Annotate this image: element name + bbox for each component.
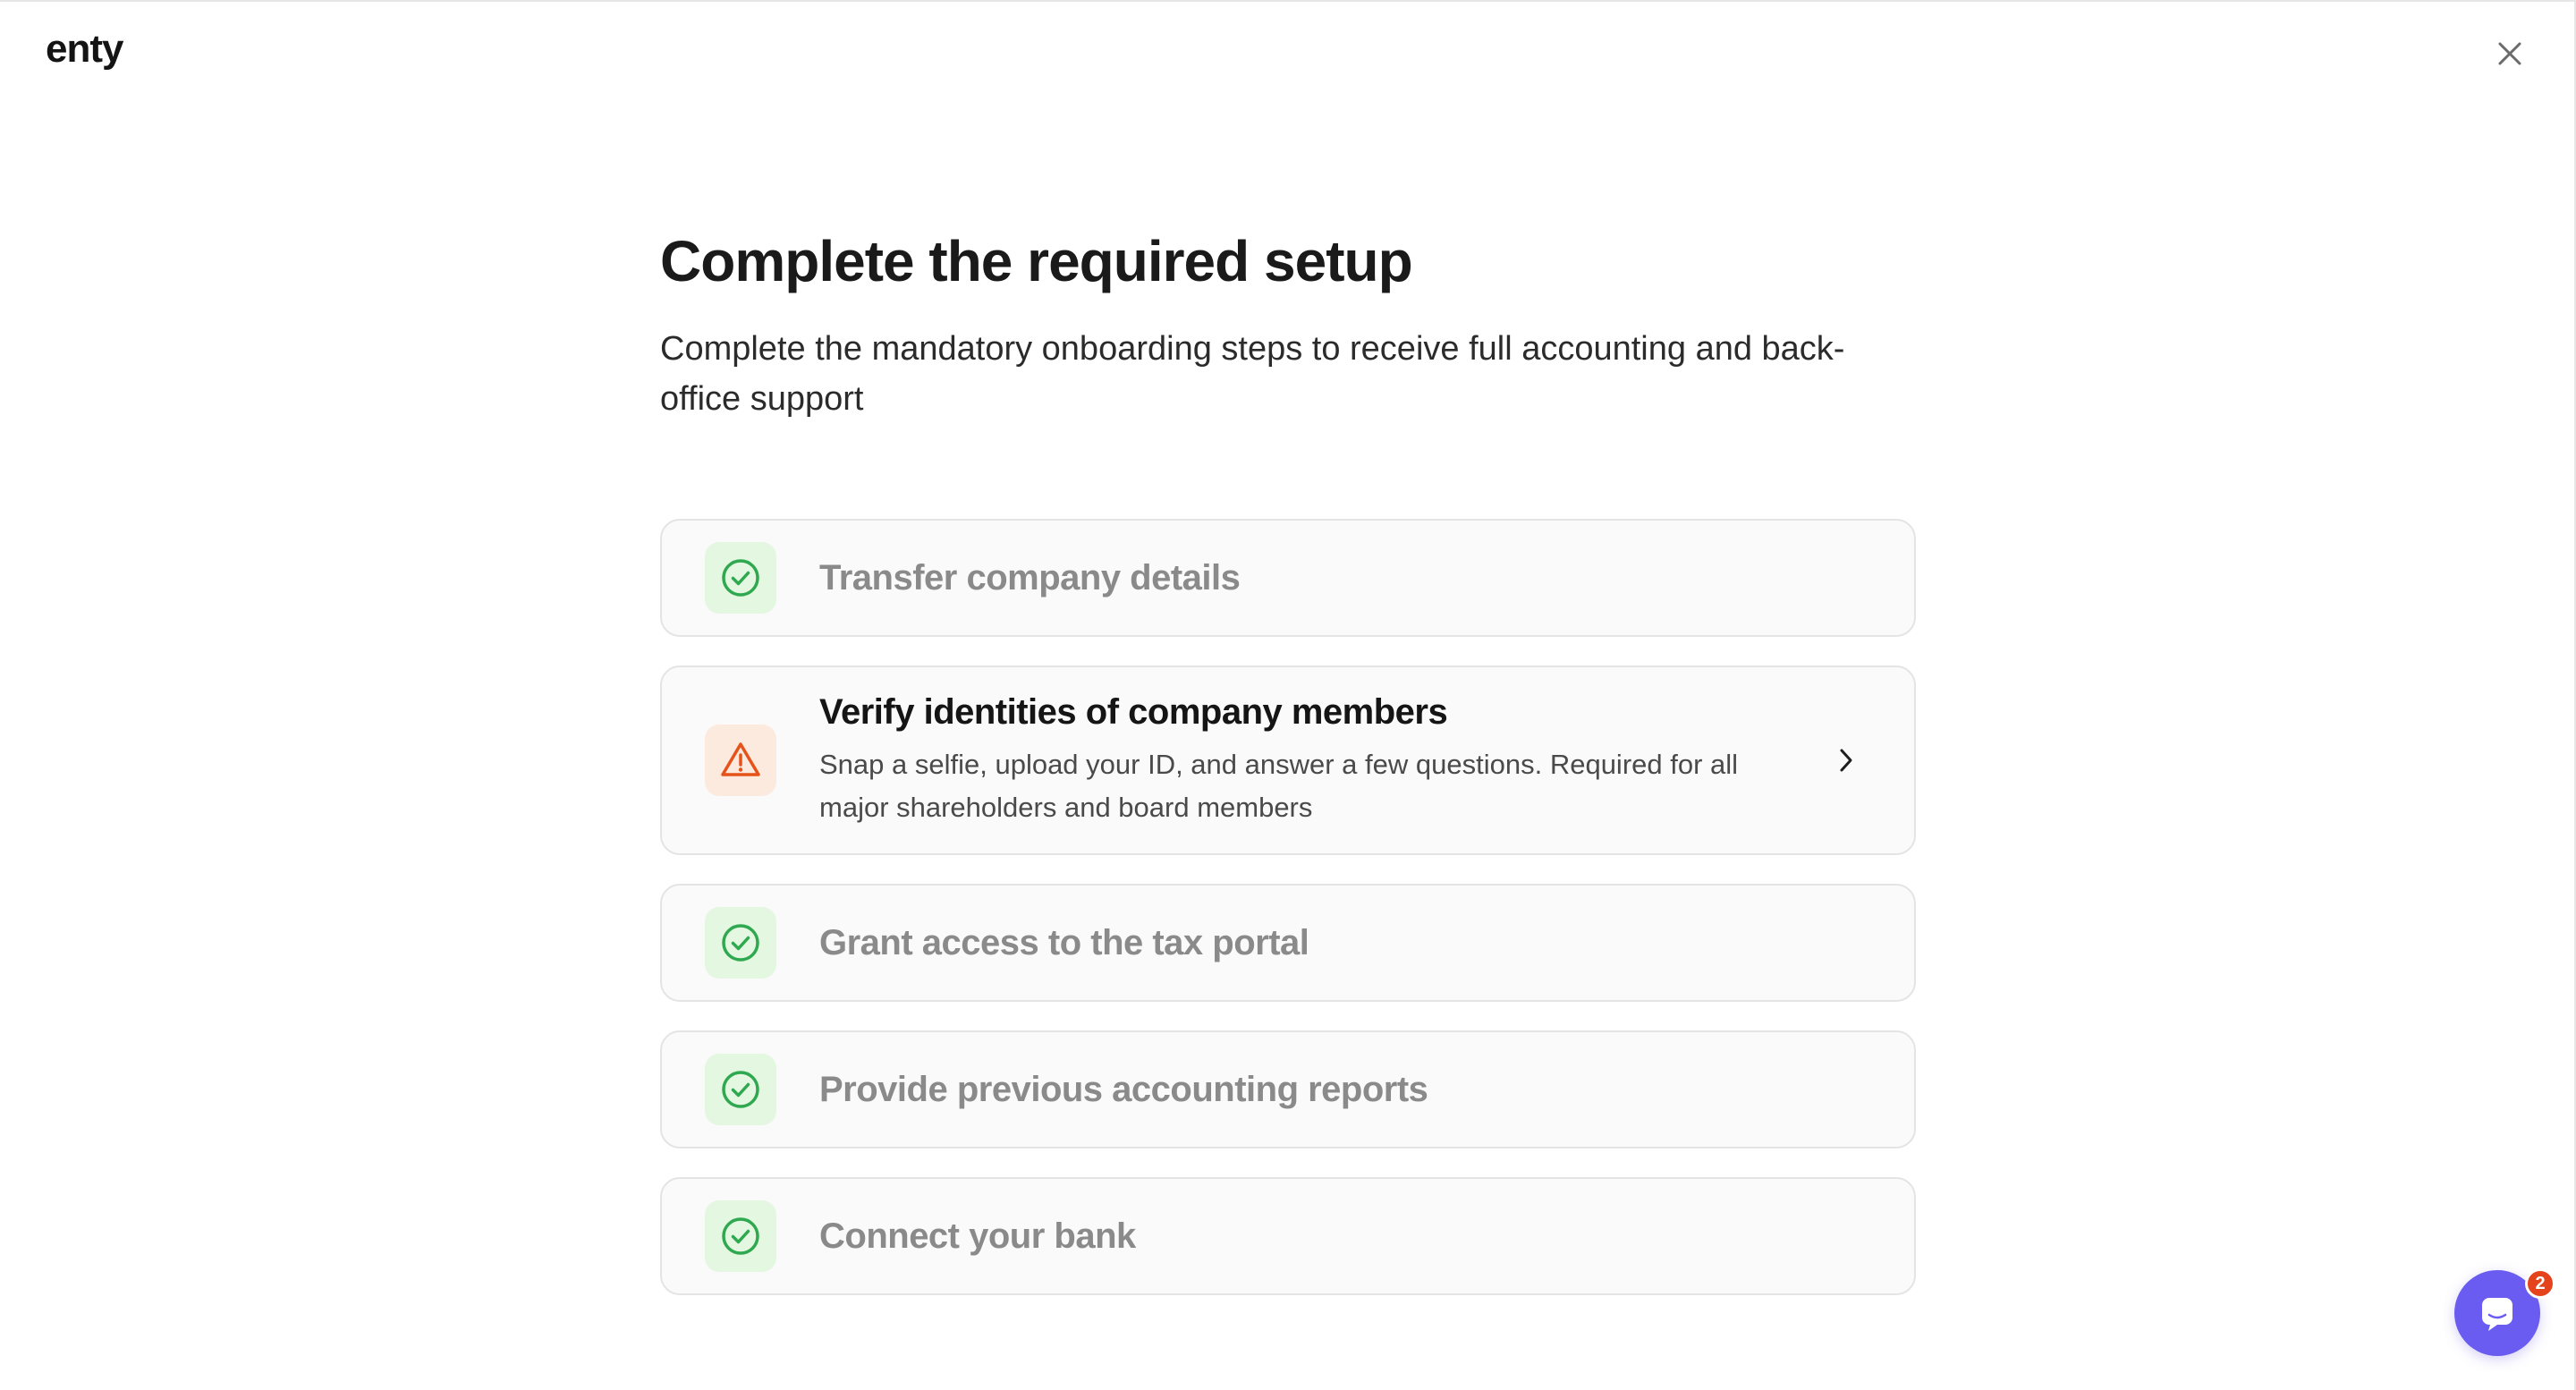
check-circle-icon bbox=[722, 924, 759, 962]
chat-unread-badge: 2 bbox=[2525, 1268, 2555, 1299]
step-status-icon-wrapper bbox=[705, 1200, 776, 1272]
step-text: Transfer company details bbox=[819, 558, 1789, 598]
step-status-icon-wrapper bbox=[705, 725, 776, 796]
step-title: Transfer company details bbox=[819, 557, 1241, 598]
setup-content: Complete the required setup Complete the… bbox=[660, 225, 1916, 1295]
close-icon bbox=[2498, 42, 2521, 65]
enty-logo[interactable]: enty bbox=[46, 27, 123, 72]
step-description: Snap a selfie, upload your ID, and answe… bbox=[819, 748, 1739, 823]
step-title: Verify identities of company members bbox=[819, 691, 1448, 732]
chevron-right-icon bbox=[1832, 746, 1860, 775]
step-connect-bank[interactable]: Connect your bank bbox=[660, 1177, 1916, 1295]
close-button[interactable] bbox=[2492, 36, 2528, 72]
step-text: Connect your bank bbox=[819, 1216, 1789, 1257]
check-circle-icon bbox=[722, 559, 759, 597]
check-circle-icon bbox=[722, 1071, 759, 1108]
step-title: Grant access to the tax portal bbox=[819, 922, 1309, 962]
step-grant-tax-portal-access[interactable]: Grant access to the tax portal bbox=[660, 884, 1916, 1002]
step-text: Provide previous accounting reports bbox=[819, 1070, 1789, 1110]
step-text: Verify identities of company members Sna… bbox=[819, 692, 1789, 829]
onboarding-page: enty Complete the required setup Complet… bbox=[0, 0, 2576, 1390]
chat-icon bbox=[2482, 1298, 2512, 1331]
page-subtitle: Complete the mandatory onboarding steps … bbox=[660, 330, 1845, 418]
step-provide-accounting-reports[interactable]: Provide previous accounting reports bbox=[660, 1030, 1916, 1148]
step-text: Grant access to the tax portal bbox=[819, 923, 1789, 963]
step-verify-identities[interactable]: Verify identities of company members Sna… bbox=[660, 665, 1916, 855]
step-status-icon-wrapper bbox=[705, 1054, 776, 1125]
warning-triangle-icon bbox=[721, 742, 760, 776]
step-status-icon-wrapper bbox=[705, 542, 776, 614]
step-status-icon-wrapper bbox=[705, 907, 776, 979]
check-circle-icon bbox=[722, 1217, 759, 1255]
step-title: Provide previous accounting reports bbox=[819, 1069, 1428, 1109]
step-title: Connect your bank bbox=[819, 1216, 1136, 1256]
page-title: Complete the required setup bbox=[660, 229, 1413, 293]
step-transfer-company-details[interactable]: Transfer company details bbox=[660, 519, 1916, 637]
